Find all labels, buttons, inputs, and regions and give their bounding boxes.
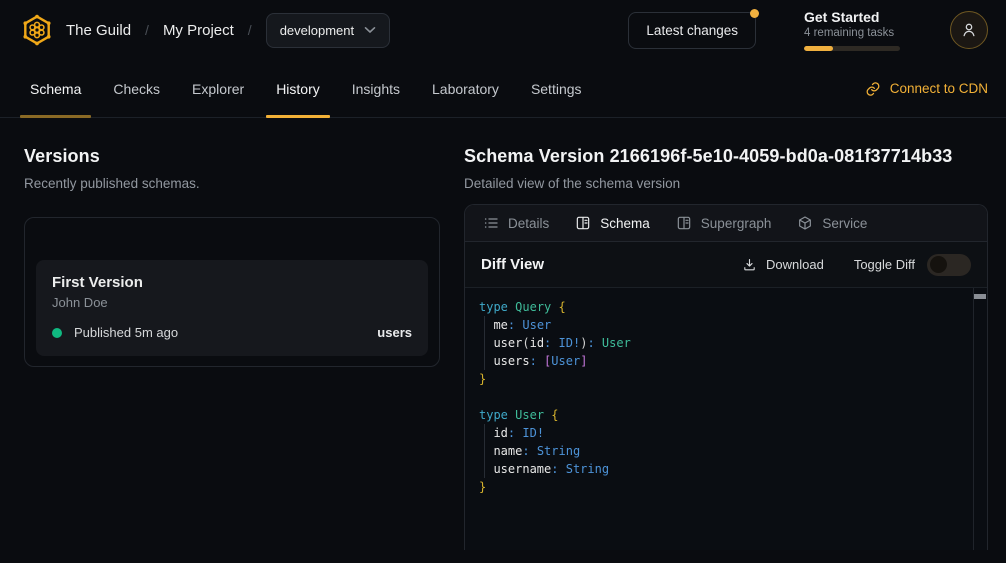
tab-service[interactable]: Service [797,215,867,231]
code-line: } [479,370,959,388]
detail-tabs: Details Schema Supergr [465,205,987,242]
tab-laboratory[interactable]: Laboratory [422,60,509,117]
top-header: The Guild / My Project / development Lat… [0,0,1006,60]
tab-details[interactable]: Details [483,215,549,231]
chevron-down-icon [364,26,376,34]
notification-dot [750,9,759,18]
tab-schema[interactable]: Schema [20,60,91,117]
target-select[interactable]: development [266,13,390,48]
tab-label: Explorer [192,81,244,97]
get-started-progressbar [804,46,900,51]
schema-detail-card: Details Schema Supergr [464,204,988,550]
tab-label: Details [508,216,549,231]
tab-settings[interactable]: Settings [521,60,592,117]
tab-supergraph[interactable]: Supergraph [676,215,772,231]
hive-logo-icon [20,13,54,47]
tab-label: Settings [531,81,582,97]
tab-label: Schema [600,216,650,231]
tab-label: History [276,81,320,97]
version-status-row: Published 5m ago users [52,325,412,340]
connect-to-cdn-label: Connect to CDN [890,81,988,96]
code-line: users: [User] [479,352,959,370]
columns-icon [676,215,692,231]
code-line: type Query { [479,298,959,316]
schema-version-subtitle: Detailed view of the schema version [464,176,988,191]
schema-code-viewer[interactable]: type Query { me: User user(id: ID!): Use… [465,288,987,550]
diff-view-title: Diff View [481,256,544,273]
main-content: Versions Recently published schemas. Fir… [0,118,1006,550]
published-status-dot [52,328,62,338]
latest-changes-button[interactable]: Latest changes [628,12,756,49]
code-line [479,388,959,406]
latest-changes-label: Latest changes [646,23,738,38]
toggle-diff-label: Toggle Diff [854,257,915,272]
schema-version-panel: Schema Version 2166196f-5e10-4059-bd0a-0… [464,118,1006,550]
get-started-subtitle: 4 remaining tasks [804,27,900,39]
versions-panel: Versions Recently published schemas. Fir… [0,118,464,367]
project-nav: Schema Checks Explorer History Insights … [0,60,1006,118]
version-name: First Version [52,274,412,291]
code-line: id: ID! [479,424,959,442]
user-avatar[interactable] [950,11,988,49]
download-label: Download [766,257,824,272]
breadcrumb-separator: / [145,22,149,38]
diff-toggle-switch[interactable] [927,254,971,276]
connect-to-cdn-link[interactable]: Connect to CDN [865,60,988,117]
tab-underline [266,115,330,118]
version-list-item[interactable]: First Version John Doe Published 5m ago … [36,260,428,356]
get-started-title: Get Started [804,9,900,25]
schema-version-title: Schema Version 2166196f-5e10-4059-bd0a-0… [464,146,988,167]
code-line: } [479,478,959,496]
versions-list-card: First Version John Doe Published 5m ago … [24,217,440,367]
tab-label: Schema [30,81,81,97]
breadcrumb-org[interactable]: The Guild [66,22,131,39]
breadcrumb-separator: / [248,22,252,38]
tab-explorer[interactable]: Explorer [182,60,254,117]
indent-guide [484,316,485,370]
scrollbar-thumb[interactable] [974,294,986,299]
tab-checks[interactable]: Checks [103,60,170,117]
code-line: name: String [479,442,959,460]
tab-schema-view[interactable]: Schema [575,215,650,231]
code-line: me: User [479,316,959,334]
download-icon [742,257,757,272]
tab-label: Laboratory [432,81,499,97]
toggle-knob [930,256,947,273]
tab-label: Service [822,216,867,231]
scrollbar-track [973,288,974,550]
tab-insights[interactable]: Insights [342,60,410,117]
code-line: type User { [479,406,959,424]
download-button[interactable]: Download [742,257,824,272]
tab-label: Insights [352,81,400,97]
version-status: Published 5m ago [74,325,178,340]
hive-logo[interactable] [18,11,56,49]
diff-view-header: Diff View Download Toggle Diff [465,242,987,288]
indent-guide [484,424,485,478]
tab-label: Supergraph [701,216,772,231]
tab-label: Checks [113,81,160,97]
cube-icon [797,215,813,231]
versions-subtitle: Recently published schemas. [24,176,440,191]
person-icon [960,21,978,39]
get-started-widget[interactable]: Get Started 4 remaining tasks [804,9,900,51]
link-icon [865,81,881,97]
tab-underline [20,115,91,118]
breadcrumb-project[interactable]: My Project [163,22,234,39]
version-author: John Doe [52,295,412,310]
get-started-progress-fill [804,46,833,51]
code-line: user(id: ID!): User [479,334,959,352]
version-service-badge: users [377,325,412,340]
target-select-value: development [280,23,354,38]
breadcrumb: The Guild / My Project / development [66,13,390,48]
versions-title: Versions [24,146,440,167]
list-icon [483,215,499,231]
columns-icon [575,215,591,231]
code-line: username: String [479,460,959,478]
tab-history[interactable]: History [266,60,330,117]
